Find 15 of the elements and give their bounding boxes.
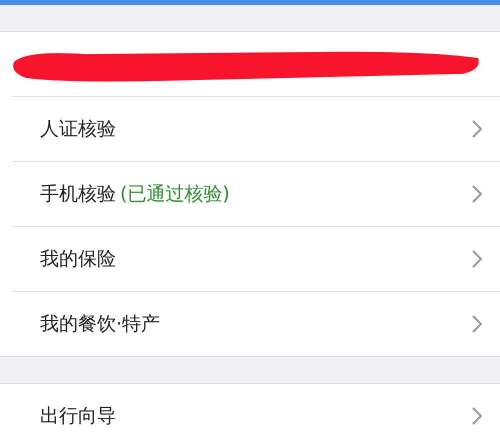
menu-label: 手机核验: [40, 182, 116, 207]
chevron-icon: [472, 185, 482, 203]
menu-label: 出行向导: [40, 404, 116, 429]
menu-label: 我的餐饮·特产: [40, 312, 160, 337]
status-text: (已通过核验): [120, 182, 230, 207]
chevron-icon: [472, 250, 482, 268]
menu-item[interactable]: 人证核验: [12, 96, 500, 161]
menu-label: 我的保险: [40, 247, 116, 272]
menu-label: 人证核验: [40, 117, 116, 142]
menu-item[interactable]: 我的餐饮·特产: [12, 291, 500, 356]
menu-item[interactable]: 我的保险: [12, 226, 500, 291]
menu-item[interactable]: 手机核验 (已通过核验): [12, 161, 500, 226]
chevron-icon: [472, 407, 482, 425]
chevron-icon: [472, 315, 482, 333]
chevron-icon: [472, 120, 482, 138]
